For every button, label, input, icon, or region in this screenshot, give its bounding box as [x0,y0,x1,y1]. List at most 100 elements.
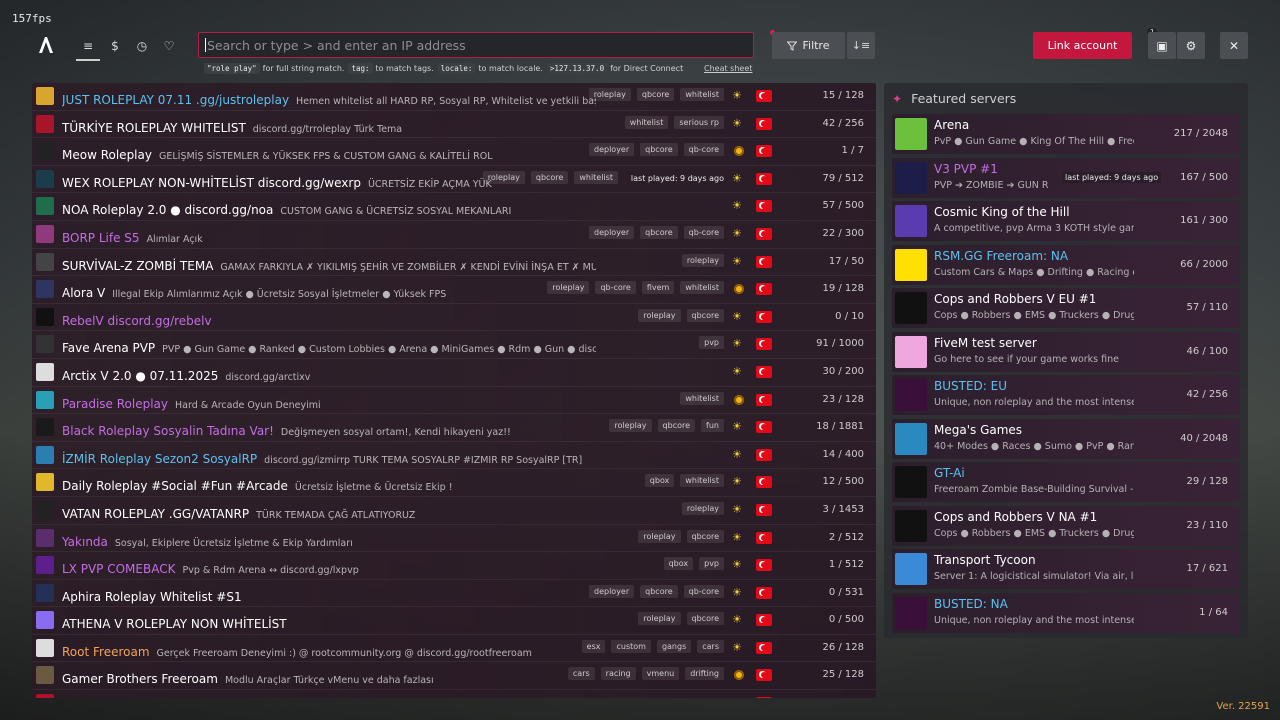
tag-chip[interactable]: pvp [699,557,724,571]
server-row[interactable]: JUST ROLEPLAY 07.11 .gg/justroleplay Heme… [32,83,876,111]
tag-chip[interactable]: qbcore [640,584,678,598]
server-row[interactable]: RavelZ Zombi Roleplaystay alive, don't l… [32,690,876,698]
tag-chip[interactable]: deployer [589,143,635,157]
tag-chip[interactable]: qbcore [686,612,724,626]
featured-server[interactable]: Mega's Games 40+ Modes ● Races ● Sumo ● P… [892,418,1240,459]
tag-chip[interactable]: whitelist [680,474,724,488]
tag-chip[interactable]: roleplay [638,308,681,322]
featured-server[interactable]: Cosmic King of the Hill A competitive, pv… [892,201,1240,241]
tag-chip[interactable]: fun [701,419,724,433]
tag-chip[interactable]: deployer [589,225,635,239]
featured-server[interactable]: BUSTED: NA Unique, non roleplay and the m… [892,592,1240,633]
server-row[interactable]: Root Freeroam Gerçek Freeroam Deneyimi :)… [32,634,876,663]
tag-chip[interactable]: qbox [663,557,694,571]
tag-chip[interactable]: qbcore [686,308,724,322]
tag-chip[interactable]: fivem [641,281,675,295]
tag-chip[interactable]: roleplay [638,529,681,543]
tag-chip[interactable]: custom [611,639,651,653]
tag-chip[interactable]: gangs [656,639,692,653]
server-row[interactable]: Yakında Sosyal, Ekiplere Ücretsiz İşletme… [32,524,876,553]
tag-chip[interactable]: whitelist [574,170,618,184]
featured-server[interactable]: Transport Tycoon Server 1: A logicistical… [892,549,1240,589]
server-row[interactable]: Aphira Roleplay Whitelist #S1 deployer qbc… [32,579,876,608]
server-row[interactable]: NOA Roleplay 2.0 ● discord.gg/noa CUSTOM … [32,193,876,221]
tag-chip[interactable]: cars [697,639,724,653]
history-tab[interactable]: ◷ [130,35,154,57]
tag-chip[interactable]: qbcore [657,419,696,433]
favorites-tab[interactable]: ♡ [157,35,181,57]
store-tab[interactable]: $ [103,35,127,57]
server-row[interactable]: Arctix V 2.0 ● 07.11.2025 discord.gg/arct… [32,358,876,387]
tag-chip[interactable]: qbcore [686,529,724,543]
tag-chip[interactable]: qbcore [636,88,675,101]
tag-chip[interactable]: qb-core [683,143,724,157]
featured-server[interactable]: BUSTED: EU Unique, non roleplay and the m… [892,375,1240,415]
server-row[interactable]: RebelV discord.gg/rebelv roleplay qbcore ☀ 0… [32,303,876,332]
server-name: RebelV discord.gg/rebelv [62,313,212,328]
server-row[interactable]: SURVİVAL-Z ZOMBİ TEMA GAMAX FARKIYLA ✗ YI… [32,248,876,277]
tag-chip[interactable]: qb-core [683,225,724,239]
server-row[interactable]: Daily Roleplay #Social #Fun #Arcade Ücret… [32,469,876,497]
featured-server[interactable]: V3 PVP #1 PVP ➔ ZOMBIE ➔ GUN Rlast played… [892,157,1240,198]
tag-chip[interactable]: cars [567,667,595,681]
server-row[interactable]: BORP Life S5 Alımlar Açık deployer qbcore qb… [32,220,876,249]
server-row[interactable]: Black Roleplay Sosyalin Tadına Var! Değiş… [32,414,876,442]
tag-chip[interactable]: roleplay [482,170,525,184]
featured-server[interactable]: Arena PvP ● Gun Game ● King Of The Hill ●… [892,114,1240,154]
tag-chip[interactable]: whitelist [680,88,724,101]
featured-server[interactable]: Cops and Robbers V NA #1 Cops ● Robbers ●… [892,505,1240,546]
close-icon: ✕ [1228,38,1240,53]
tag-chip[interactable]: esx [581,639,606,653]
link-account-button[interactable]: Link account [1033,32,1132,59]
tag-chip[interactable]: whitelist [680,281,724,295]
tag-chip[interactable]: qbcore [640,143,678,157]
tag-chip[interactable]: qb-core [595,281,636,295]
notifications-button[interactable]: ▣ [1148,32,1176,59]
search-input[interactable]: Search or type > and enter an IP address [198,32,754,58]
featured-server[interactable]: FiveM test server Go here to see if your … [892,331,1240,372]
server-row[interactable]: TÜRKİYE ROLEPLAY WHITELIST discord.gg/trr… [32,110,876,139]
tag-chip[interactable]: roleplay [681,253,724,267]
sun-icon: ☀ [732,171,742,185]
featured-server[interactable]: Cops and Robbers V EU #1 Cops ● Robbers ●… [892,288,1240,328]
server-row[interactable]: Fave Arena PVP PVP ● Gun Game ● Ranked ● … [32,331,876,359]
tag-chip[interactable]: qbcore [640,225,678,239]
server-row[interactable]: ATHENA V ROLEPLAY NON WHİTELİST roleplay q… [32,607,876,635]
server-description: Unique, non roleplay and the most intens… [934,614,1134,626]
fivem-logo-icon[interactable] [37,36,55,54]
tag-chip[interactable]: racing [600,667,636,681]
tag-chip[interactable]: whitelist [624,115,669,129]
tag-chip[interactable]: pvp [699,336,724,350]
settings-button[interactable]: ⚙ [1177,32,1205,59]
server-description: discord.gg/arctixv [225,371,311,383]
tag-chip[interactable]: roleplay [609,419,652,433]
server-row[interactable]: Alora V Illegal Ekip Alımlarımız Açık ● Ü… [32,276,876,304]
close-button[interactable]: ✕ [1220,32,1248,59]
tag-chip[interactable]: qbcore [530,170,569,184]
tag-chip[interactable]: qb-core [683,584,724,598]
featured-server[interactable]: GT-Ai Freeroam Zombie Base-Building Survi… [892,462,1240,502]
tag-chip[interactable]: whitelist [680,391,724,405]
server-row[interactable]: Meow Roleplay GELİŞMİŞ SİSTEMLER & YÜKSEK… [32,138,876,166]
tag-chip[interactable]: roleplay [638,612,681,626]
tag-chip[interactable]: qbox [644,474,675,488]
server-row[interactable]: VATAN ROLEPLAY .GG/VATANRP TÜRK TEMADA ÇA… [32,496,876,525]
tag-chip[interactable]: roleplay [547,281,590,295]
tag-chip[interactable]: drifting [685,667,724,681]
sort-button[interactable]: ↓≡ [847,32,875,59]
server-row[interactable]: LX PVP COMEBACK Pvp & Rdm Arena ↔ discord… [32,552,876,580]
server-row[interactable]: WEX ROLEPLAY NON-WHİTELİST discord.gg/we… [32,165,876,194]
tag-chip[interactable]: roleplay [588,88,631,101]
tag-chip[interactable]: serious rp [674,115,724,129]
server-row[interactable]: Gamer Brothers Freeroam Modlu Araçlar Tür… [32,662,876,691]
servers-list-tab[interactable]: ≡ [76,35,100,61]
cheat-sheet-link[interactable]: Cheat sheet [704,64,752,73]
server-row[interactable]: Paradise Roleplay Hard & Arcade Oyun Dene… [32,386,876,415]
tag-chip[interactable]: deployer [589,584,635,598]
server-list[interactable]: JUST ROLEPLAY 07.11 .gg/justroleplay Heme… [32,83,876,698]
filter-button[interactable]: Filtre [772,32,845,59]
tag-chip[interactable]: roleplay [681,501,724,515]
tag-chip[interactable]: vmenu [641,667,680,681]
featured-server[interactable]: RSM.GG Freeroam: NA Custom Cars & Maps ● … [892,244,1240,285]
server-row[interactable]: İZMİR Roleplay Sezon2 SosyalRP discord.gg… [32,441,876,470]
